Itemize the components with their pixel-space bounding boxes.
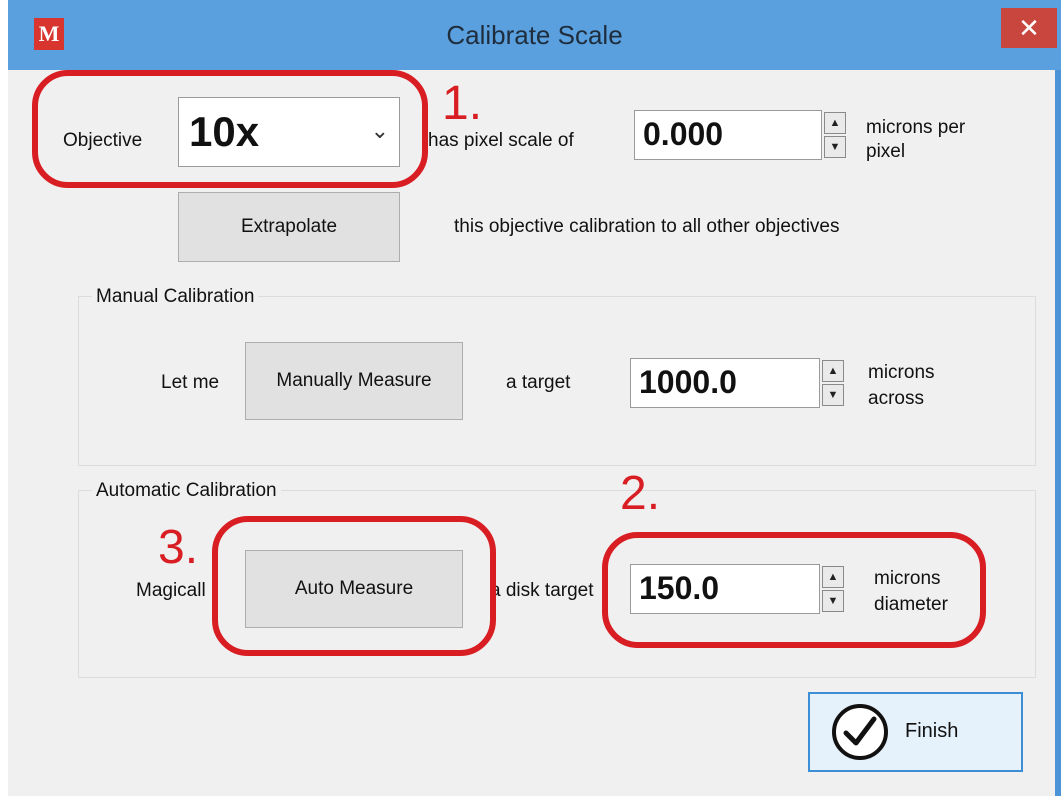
pixel-scale-unit: microns per pixel: [866, 116, 965, 164]
spin-up-icon[interactable]: ▲: [822, 360, 844, 382]
dialog-window: M Calibrate Scale ✕ Objective 10x ⌄ has …: [8, 0, 1061, 796]
unit-line-2: pixel: [866, 141, 906, 162]
spin-up-icon[interactable]: ▲: [824, 112, 846, 134]
annotation-number-1: 1.: [442, 77, 483, 130]
manual-target-value: 1000.0: [639, 364, 737, 400]
manually-measure-button[interactable]: Manually Measure: [245, 342, 463, 420]
manual-target-unit: microns across: [868, 360, 935, 412]
extrapolate-description: this objective calibration to all other …: [454, 216, 840, 237]
extrapolate-button[interactable]: Extrapolate: [178, 192, 400, 262]
unit-line-2: across: [868, 388, 924, 409]
pixel-scale-input[interactable]: 0.000: [634, 110, 822, 160]
dialog-body: Objective 10x ⌄ has pixel scale of 0.000…: [8, 70, 1058, 796]
unit-line-1: microns: [868, 362, 935, 383]
pixel-scale-spinner: ▲ ▼: [824, 112, 846, 158]
annotation-number-3: 3.: [158, 521, 199, 574]
manual-prefix: Let me: [161, 372, 220, 393]
annotation-box-objective: [32, 70, 428, 188]
annotation-number-2: 2.: [620, 467, 661, 520]
annotation-box-diameter: [602, 532, 986, 648]
manual-calibration-title: Manual Calibration: [92, 286, 259, 308]
automatic-calibration-title: Automatic Calibration: [92, 480, 281, 502]
manual-target-spinner: ▲ ▼: [822, 360, 844, 406]
spin-down-icon[interactable]: ▼: [822, 384, 844, 406]
spin-down-icon[interactable]: ▼: [824, 136, 846, 158]
window-title: Calibrate Scale: [446, 20, 623, 50]
automatic-prefix: Magicall: [136, 580, 206, 601]
annotation-box-auto-measure: [212, 516, 496, 656]
automatic-middle-label: a disk target: [490, 580, 594, 601]
manual-target-input[interactable]: 1000.0: [630, 358, 820, 408]
finish-button[interactable]: Finish: [808, 692, 1023, 772]
unit-line-1: microns per: [866, 117, 966, 138]
manual-middle-label: a target: [506, 372, 571, 393]
title-bar[interactable]: M Calibrate Scale ✕: [8, 0, 1061, 70]
close-button[interactable]: ✕: [1001, 8, 1057, 48]
pixel-scale-value: 0.000: [643, 116, 724, 152]
pixel-scale-label: has pixel scale of: [428, 130, 574, 151]
finish-label: Finish: [905, 720, 959, 742]
checkmark-icon: [832, 704, 888, 760]
